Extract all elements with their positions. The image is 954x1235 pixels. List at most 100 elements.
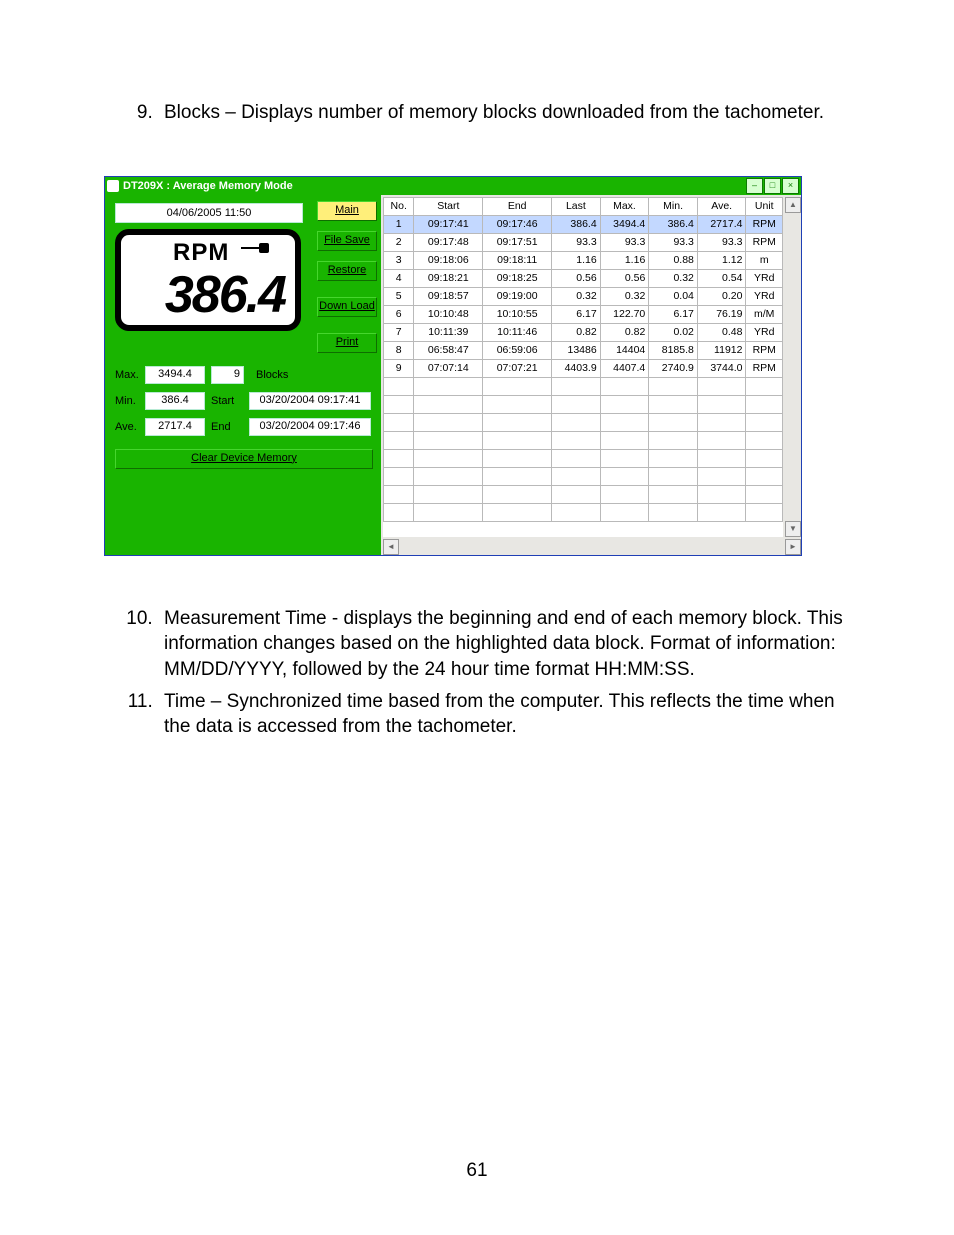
cell: 6.17 bbox=[552, 305, 601, 323]
cell: YRd bbox=[746, 323, 783, 341]
col-header[interactable]: No. bbox=[384, 197, 414, 215]
app-window: DT209X : Average Memory Mode – □ × 04/06… bbox=[104, 176, 802, 556]
data-table[interactable]: No.StartEndLastMax.Min.Ave.Unit 109:17:4… bbox=[383, 197, 783, 522]
scroll-up-icon[interactable]: ▲ bbox=[785, 197, 801, 213]
col-header[interactable]: Unit bbox=[746, 197, 783, 215]
table-row-empty bbox=[384, 467, 783, 485]
cell: 09:18:57 bbox=[414, 287, 483, 305]
cell: 13486 bbox=[552, 341, 601, 359]
maximize-icon[interactable]: □ bbox=[764, 178, 781, 194]
table-row-empty bbox=[384, 503, 783, 521]
signal-icon bbox=[241, 247, 265, 249]
ave-value: 2717.4 bbox=[145, 418, 205, 436]
ave-label: Ave. bbox=[115, 421, 145, 433]
table-row-empty bbox=[384, 449, 783, 467]
cell: m/M bbox=[746, 305, 783, 323]
cell: 386.4 bbox=[552, 215, 601, 233]
left-panel: 04/06/2005 11:50 Main File Save Restore … bbox=[105, 195, 381, 555]
scroll-left-icon[interactable]: ◄ bbox=[383, 539, 399, 555]
min-label: Min. bbox=[115, 395, 145, 407]
datetime-display: 04/06/2005 11:50 bbox=[115, 203, 303, 223]
download-button[interactable]: Down Load bbox=[317, 297, 377, 317]
list-item-10: Measurement Time - displays the beginnin… bbox=[158, 606, 854, 683]
cell: 3744.0 bbox=[697, 359, 746, 377]
cell: 0.56 bbox=[552, 269, 601, 287]
col-header[interactable]: Start bbox=[414, 197, 483, 215]
table-row[interactable]: 907:07:1407:07:214403.94407.42740.93744.… bbox=[384, 359, 783, 377]
cell: 4407.4 bbox=[600, 359, 649, 377]
data-table-wrap: No.StartEndLastMax.Min.Ave.Unit 109:17:4… bbox=[383, 197, 783, 537]
cell: RPM bbox=[746, 341, 783, 359]
cell: 0.20 bbox=[697, 287, 746, 305]
cell: 0.88 bbox=[649, 251, 698, 269]
close-icon[interactable]: × bbox=[782, 178, 799, 194]
cell: 0.82 bbox=[600, 323, 649, 341]
cell: m bbox=[746, 251, 783, 269]
blocks-label: Blocks bbox=[256, 369, 294, 381]
cell: 386.4 bbox=[649, 215, 698, 233]
horizontal-scrollbar[interactable]: ◄ ► bbox=[383, 539, 801, 555]
col-header[interactable]: Max. bbox=[600, 197, 649, 215]
cell: 09:19:00 bbox=[483, 287, 552, 305]
cell: RPM bbox=[746, 359, 783, 377]
blocks-value: 9 bbox=[211, 366, 244, 384]
scroll-down-icon[interactable]: ▼ bbox=[785, 521, 801, 537]
table-row[interactable]: 509:18:5709:19:000.320.320.040.20YRd bbox=[384, 287, 783, 305]
table-row[interactable]: 710:11:3910:11:460.820.820.020.48YRd bbox=[384, 323, 783, 341]
window-title: DT209X : Average Memory Mode bbox=[123, 180, 293, 192]
end-value: 03/20/2004 09:17:46 bbox=[249, 418, 371, 436]
table-row[interactable]: 409:18:2109:18:250.560.560.320.54YRd bbox=[384, 269, 783, 287]
scroll-right-icon[interactable]: ► bbox=[785, 539, 801, 555]
minimize-icon[interactable]: – bbox=[746, 178, 763, 194]
cell: 7 bbox=[384, 323, 414, 341]
cell: 8 bbox=[384, 341, 414, 359]
cell: 5 bbox=[384, 287, 414, 305]
table-row-empty bbox=[384, 413, 783, 431]
col-header[interactable]: Min. bbox=[649, 197, 698, 215]
clear-device-memory-button[interactable]: Clear Device Memory bbox=[115, 449, 373, 469]
table-row[interactable]: 309:18:0609:18:111.161.160.881.12m bbox=[384, 251, 783, 269]
max-label: Max. bbox=[115, 369, 145, 381]
main-button[interactable]: Main bbox=[317, 201, 377, 221]
start-value: 03/20/2004 09:17:41 bbox=[249, 392, 371, 410]
cell: 0.32 bbox=[552, 287, 601, 305]
cell: 6.17 bbox=[649, 305, 698, 323]
start-label: Start bbox=[211, 395, 249, 407]
cell: 07:07:14 bbox=[414, 359, 483, 377]
cell: YRd bbox=[746, 287, 783, 305]
print-button[interactable]: Print bbox=[317, 333, 377, 353]
cell: 09:17:41 bbox=[414, 215, 483, 233]
cell: 09:18:11 bbox=[483, 251, 552, 269]
cell: 0.56 bbox=[600, 269, 649, 287]
file-save-button[interactable]: File Save bbox=[317, 231, 377, 251]
table-row-empty bbox=[384, 485, 783, 503]
vertical-scrollbar[interactable]: ▲ ▼ bbox=[785, 197, 801, 537]
table-row[interactable]: 806:58:4706:59:0613486144048185.811912RP… bbox=[384, 341, 783, 359]
end-label: End bbox=[211, 421, 249, 433]
cell: 0.02 bbox=[649, 323, 698, 341]
cell: 1.16 bbox=[552, 251, 601, 269]
cell: 1 bbox=[384, 215, 414, 233]
col-header[interactable]: End bbox=[483, 197, 552, 215]
cell: 14404 bbox=[600, 341, 649, 359]
cell: 09:17:46 bbox=[483, 215, 552, 233]
col-header[interactable]: Ave. bbox=[697, 197, 746, 215]
cell: RPM bbox=[746, 233, 783, 251]
restore-button[interactable]: Restore bbox=[317, 261, 377, 281]
table-row[interactable]: 610:10:4810:10:556.17122.706.1776.19m/M bbox=[384, 305, 783, 323]
table-row-empty bbox=[384, 431, 783, 449]
data-panel: No.StartEndLastMax.Min.Ave.Unit 109:17:4… bbox=[381, 195, 801, 555]
max-value: 3494.4 bbox=[145, 366, 205, 384]
col-header[interactable]: Last bbox=[552, 197, 601, 215]
title-bar: DT209X : Average Memory Mode – □ × bbox=[105, 177, 801, 195]
cell: 93.3 bbox=[649, 233, 698, 251]
table-row[interactable]: 209:17:4809:17:5193.393.393.393.3RPM bbox=[384, 233, 783, 251]
cell: 4403.9 bbox=[552, 359, 601, 377]
cell: 93.3 bbox=[552, 233, 601, 251]
app-icon bbox=[107, 180, 119, 192]
table-row[interactable]: 109:17:4109:17:46386.43494.4386.42717.4R… bbox=[384, 215, 783, 233]
cell: 8185.8 bbox=[649, 341, 698, 359]
cell: 0.04 bbox=[649, 287, 698, 305]
cell: 122.70 bbox=[600, 305, 649, 323]
cell: 11912 bbox=[697, 341, 746, 359]
